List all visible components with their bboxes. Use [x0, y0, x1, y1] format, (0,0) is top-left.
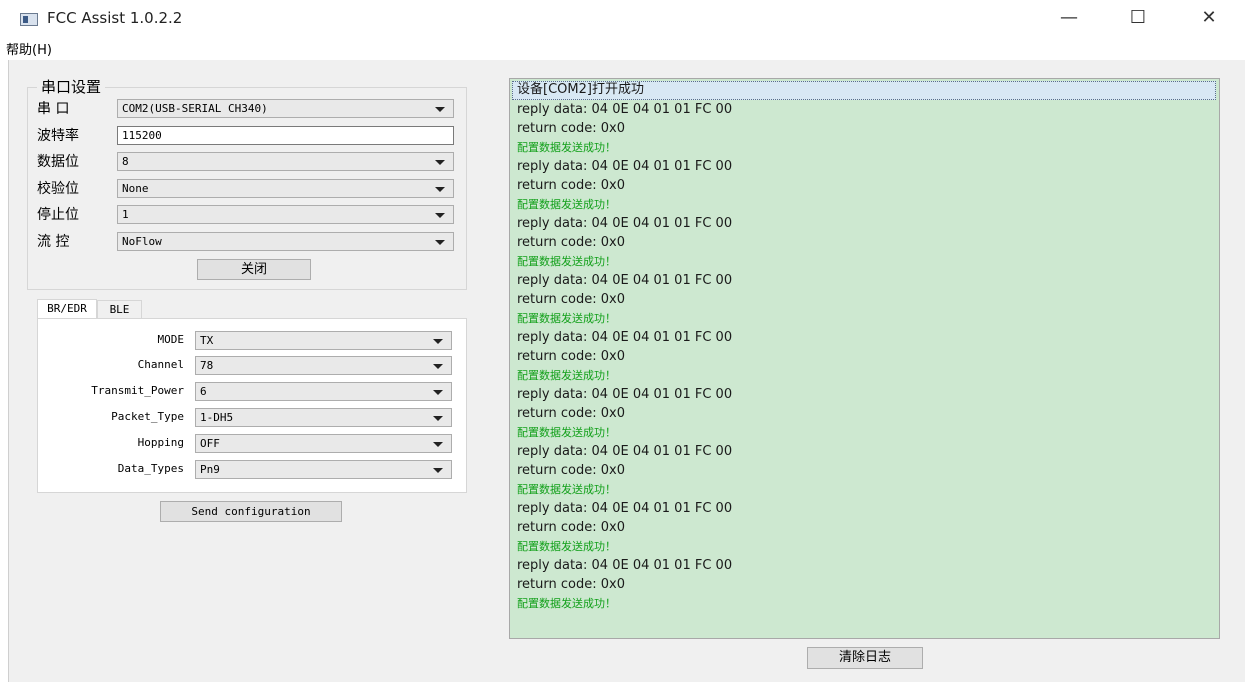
- log-output[interactable]: 设备[COM2]打开成功 reply data: 04 0E 04 01 01 …: [509, 78, 1220, 639]
- chevron-down-icon: [433, 416, 443, 421]
- param-label-mode: MODE: [157, 333, 185, 346]
- log-line-success: 配置数据发送成功！: [517, 141, 616, 154]
- title-bar: FCC Assist 1.0.2.2 — ☐ ✕: [0, 0, 1250, 36]
- log-line-success: 配置数据发送成功！: [517, 426, 616, 439]
- log-line: reply data: 04 0E 04 01 01 FC 00: [517, 216, 733, 231]
- log-line: reply data: 04 0E 04 01 01 FC 00: [517, 501, 733, 516]
- log-line: return code: 0x0: [517, 292, 625, 307]
- baud-label: 波特率: [37, 128, 79, 144]
- chevron-down-icon: [433, 468, 443, 473]
- param-label-channel: Channel: [137, 358, 184, 371]
- chevron-down-icon: [433, 442, 443, 447]
- menu-bar: 帮助(H): [0, 36, 1250, 60]
- param-label-packet-type: Packet_Type: [111, 410, 184, 423]
- log-line: reply data: 04 0E 04 01 01 FC 00: [517, 558, 733, 573]
- flow-value: NoFlow: [122, 235, 162, 248]
- log-line: reply data: 04 0E 04 01 01 FC 00: [517, 159, 733, 174]
- tab-br-edr[interactable]: BR/EDR: [37, 299, 97, 319]
- stopbits-select[interactable]: 1: [117, 205, 454, 224]
- transmit-power-select[interactable]: 6: [195, 382, 452, 401]
- flow-label: 流 控: [37, 234, 70, 250]
- minimize-button[interactable]: —: [1046, 3, 1092, 33]
- packet-type-select[interactable]: 1-DH5: [195, 408, 452, 427]
- log-line-success: 配置数据发送成功！: [517, 198, 616, 211]
- parity-label: 校验位: [37, 181, 79, 197]
- channel-value: 78: [200, 359, 214, 372]
- hopping-value: OFF: [200, 437, 220, 450]
- param-label-data-types: Data_Types: [117, 462, 184, 475]
- baud-input[interactable]: 115200: [117, 126, 454, 145]
- chevron-down-icon: [435, 107, 445, 112]
- app-icon: [20, 13, 38, 26]
- log-line: return code: 0x0: [517, 178, 625, 193]
- log-line-success: 配置数据发送成功！: [517, 369, 616, 382]
- menu-help[interactable]: 帮助(H): [6, 39, 52, 58]
- param-label-hopping: Hopping: [137, 436, 184, 449]
- channel-select[interactable]: 78: [195, 356, 452, 375]
- mode-select[interactable]: TX: [195, 331, 452, 350]
- param-label-transmit-power: Transmit_Power: [91, 384, 184, 397]
- port-select[interactable]: COM2(USB-SERIAL CH340): [117, 99, 454, 118]
- chevron-down-icon: [433, 339, 443, 344]
- close-port-button[interactable]: 关闭: [197, 259, 311, 280]
- log-line: return code: 0x0: [517, 406, 625, 421]
- transmit-power-value: 6: [200, 385, 207, 398]
- parity-select[interactable]: None: [117, 179, 454, 198]
- log-line-success: 配置数据发送成功！: [517, 312, 616, 325]
- chevron-down-icon: [435, 213, 445, 218]
- stopbits-value: 1: [122, 208, 129, 221]
- chevron-down-icon: [433, 364, 443, 369]
- port-label: 串 口: [37, 101, 70, 117]
- hopping-select[interactable]: OFF: [195, 434, 452, 453]
- log-line-success: 配置数据发送成功！: [517, 597, 616, 610]
- databits-value: 8: [122, 155, 129, 168]
- log-line: return code: 0x0: [517, 463, 625, 478]
- chevron-down-icon: [435, 187, 445, 192]
- databits-label: 数据位: [37, 154, 79, 170]
- serial-settings-title: 串口设置: [37, 76, 106, 97]
- close-window-button[interactable]: ✕: [1186, 3, 1232, 33]
- log-line: reply data: 04 0E 04 01 01 FC 00: [517, 273, 733, 288]
- send-configuration-button[interactable]: Send configuration: [160, 501, 342, 522]
- log-line: return code: 0x0: [517, 520, 625, 535]
- chevron-down-icon: [435, 240, 445, 245]
- maximize-button[interactable]: ☐: [1115, 3, 1161, 33]
- parity-value: None: [122, 182, 149, 195]
- log-line: return code: 0x0: [517, 577, 625, 592]
- log-line-success: 配置数据发送成功！: [517, 483, 616, 496]
- data-types-select[interactable]: Pn9: [195, 460, 452, 479]
- log-line: reply data: 04 0E 04 01 01 FC 00: [517, 102, 733, 117]
- flow-select[interactable]: NoFlow: [117, 232, 454, 251]
- chevron-down-icon: [435, 160, 445, 165]
- clear-log-button[interactable]: 清除日志: [807, 647, 923, 669]
- stopbits-label: 停止位: [37, 207, 79, 223]
- tab-ble[interactable]: BLE: [97, 300, 142, 319]
- log-line: reply data: 04 0E 04 01 01 FC 00: [517, 444, 733, 459]
- chevron-down-icon: [433, 390, 443, 395]
- log-line-success: 配置数据发送成功！: [517, 540, 616, 553]
- window-title: FCC Assist 1.0.2.2: [47, 9, 183, 27]
- databits-select[interactable]: 8: [117, 152, 454, 171]
- log-line: return code: 0x0: [517, 235, 625, 250]
- log-line-success: 配置数据发送成功！: [517, 255, 616, 268]
- log-line: reply data: 04 0E 04 01 01 FC 00: [517, 387, 733, 402]
- mode-value: TX: [200, 334, 214, 347]
- port-value: COM2(USB-SERIAL CH340): [122, 102, 268, 115]
- log-line: return code: 0x0: [517, 349, 625, 364]
- log-line: reply data: 04 0E 04 01 01 FC 00: [517, 330, 733, 345]
- packet-type-value: 1-DH5: [200, 411, 234, 424]
- log-line-selected[interactable]: 设备[COM2]打开成功: [512, 81, 1216, 100]
- log-line: return code: 0x0: [517, 121, 625, 136]
- data-types-value: Pn9: [200, 463, 220, 476]
